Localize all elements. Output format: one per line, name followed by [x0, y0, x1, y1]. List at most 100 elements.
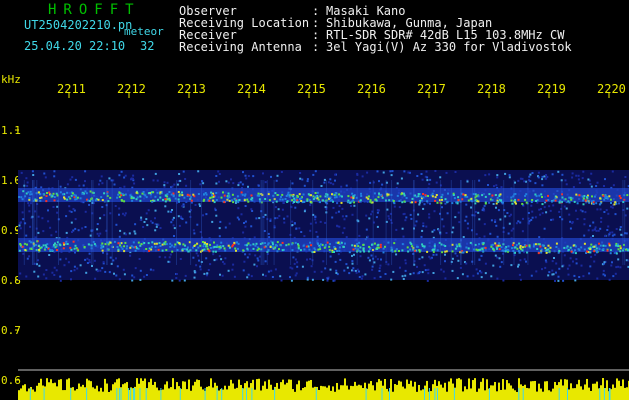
noise-speck	[495, 206, 497, 209]
signal-speck	[461, 251, 464, 254]
signal-speck	[328, 245, 331, 248]
spectrogram-window: HROFFT UT2504202210.pn meteor 25.04.20 2…	[0, 0, 629, 400]
noise-speck	[267, 270, 270, 273]
noise-speck	[293, 262, 296, 265]
signal-speck	[256, 194, 259, 197]
signal-speck	[380, 193, 383, 196]
noise-speck	[594, 226, 597, 229]
noise-speck	[519, 177, 522, 180]
noise-speck	[281, 208, 284, 211]
signal-speck	[62, 247, 65, 250]
noise-speck	[338, 205, 341, 207]
noise-speck	[26, 257, 29, 260]
noise-speck	[495, 224, 498, 227]
noise-speck	[607, 212, 610, 215]
noise-floor-bar	[112, 384, 114, 400]
noise-speck	[445, 232, 448, 234]
signal-speck	[215, 199, 218, 201]
signal-speck	[329, 196, 332, 199]
noise-floor-bar	[200, 386, 202, 400]
noise-floor-bar	[472, 380, 474, 400]
noise-speck	[65, 231, 68, 234]
signal-speck	[353, 244, 356, 247]
noise-floor-bar	[288, 379, 290, 400]
signal-speck	[602, 244, 605, 247]
noise-speck	[571, 176, 574, 179]
noise-speck	[101, 267, 104, 270]
noise-speck	[315, 231, 318, 233]
noise-speck	[157, 223, 160, 226]
noise-speck	[600, 217, 603, 220]
noise-speck	[351, 269, 353, 272]
noise-speck	[74, 218, 77, 221]
signal-speck	[409, 241, 412, 244]
noise-speck	[563, 254, 566, 257]
noise-speck	[232, 263, 235, 266]
noise-speck	[572, 186, 575, 188]
noise-speck	[250, 225, 253, 228]
noise-speck	[489, 232, 492, 235]
signal-speck	[540, 193, 543, 196]
noise-speck	[291, 220, 294, 223]
signal-speck	[202, 241, 204, 243]
noise-speck	[45, 277, 48, 280]
noise-speck	[275, 179, 278, 182]
noise-speck	[530, 204, 533, 207]
noise-floor-bar	[332, 386, 334, 400]
signal-speck	[137, 241, 140, 244]
noise-speck	[391, 170, 394, 173]
noise-speck	[68, 205, 71, 208]
noise-speck	[129, 254, 132, 257]
noise-speck	[456, 254, 459, 257]
noise-floor-bar	[588, 387, 590, 400]
noise-speck	[591, 229, 594, 232]
signal-speck	[81, 192, 84, 195]
streak	[106, 180, 108, 265]
streak	[32, 180, 34, 265]
noise-speck	[37, 215, 40, 218]
noise-speck	[134, 232, 137, 235]
signal-speck	[541, 203, 544, 206]
noise-floor-bar	[68, 378, 70, 400]
signal-speck	[333, 246, 336, 248]
noise-floor-bar	[318, 389, 320, 400]
noise-speck	[354, 269, 357, 272]
noise-floor-bar	[474, 378, 476, 400]
noise-floor-bar	[192, 385, 194, 400]
noise-speck	[517, 179, 520, 182]
noise-speck	[123, 273, 126, 276]
signal-speck	[74, 194, 77, 197]
noise-speck	[590, 255, 593, 258]
signal-speck	[533, 243, 536, 246]
noise-speck	[466, 180, 469, 183]
noise-speck	[508, 174, 511, 177]
noise-floor-bar	[542, 391, 544, 400]
signal-speck	[29, 190, 32, 193]
noise-speck	[550, 218, 553, 221]
noise-speck	[223, 262, 226, 265]
noise-speck	[401, 227, 404, 230]
noise-speck	[361, 175, 364, 178]
signal-speck	[467, 247, 470, 250]
noise-speck	[366, 235, 369, 238]
signal-speck	[539, 245, 542, 248]
signal-speck	[441, 193, 444, 196]
noise-speck	[465, 262, 468, 265]
signal-speck	[53, 196, 56, 198]
noise-speck	[102, 261, 105, 264]
noise-speck	[255, 217, 258, 220]
signal-speck	[164, 200, 167, 203]
signal-speck	[21, 198, 24, 201]
noise-speck	[142, 178, 145, 181]
noise-speck	[101, 206, 104, 208]
noise-speck	[199, 268, 202, 271]
signal-speck	[214, 250, 217, 253]
noise-speck	[478, 218, 481, 221]
noise-speck	[417, 213, 420, 216]
noise-speck	[331, 216, 334, 219]
noise-speck	[358, 234, 361, 237]
noise-speck	[620, 233, 623, 236]
noise-floor-bar	[378, 379, 380, 400]
noise-speck	[290, 279, 293, 282]
noise-speck	[115, 274, 118, 277]
